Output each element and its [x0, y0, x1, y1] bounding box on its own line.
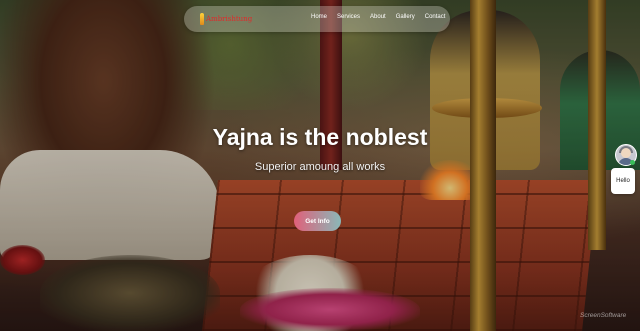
nav-links: Home Services About Gallery Contact	[311, 14, 455, 20]
nav-link-contact[interactable]: Contact	[425, 14, 446, 20]
flame-icon	[200, 13, 204, 25]
online-status-dot	[630, 160, 635, 165]
site-logo[interactable]: Ambrishtung	[200, 11, 252, 27]
nav-link-gallery[interactable]: Gallery	[396, 14, 415, 20]
hero-section: Ambrishtung Home Services About Gallery …	[0, 0, 640, 331]
hero-title: Yajna is the noblest	[212, 124, 428, 150]
nav-link-about[interactable]: About	[370, 14, 386, 20]
get-info-button[interactable]: Get Info	[294, 211, 341, 231]
nav-link-home[interactable]: Home	[311, 14, 327, 20]
logo-text: Ambrishtung	[206, 15, 253, 23]
watermark: ScreenSoftware	[580, 312, 627, 319]
navbar: Ambrishtung Home Services About Gallery …	[184, 6, 450, 32]
chat-hello-bubble[interactable]: Hello	[611, 168, 635, 194]
nav-link-services[interactable]: Services	[337, 14, 360, 20]
hero-subtitle: Superior amoung all works	[254, 161, 386, 173]
avatar-face	[621, 148, 631, 158]
